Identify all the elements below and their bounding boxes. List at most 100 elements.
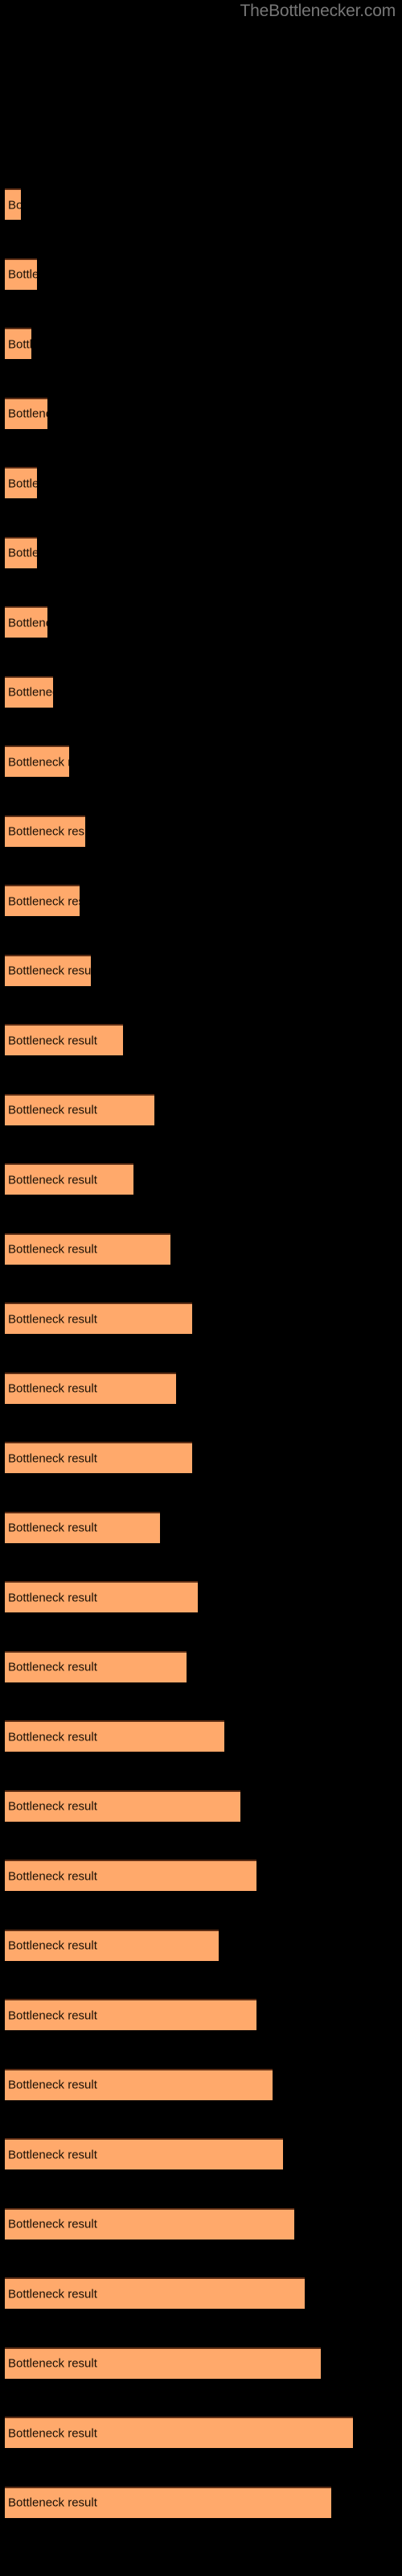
bar-2[interactable]: Bottleneck result [5, 258, 37, 290]
bar-row: Bottleneck result [0, 1929, 402, 1961]
bar-label: Bottleneck result [8, 824, 85, 839]
bar-label: Bottleneck result [8, 1173, 97, 1187]
bar-label: Bottleneck result [8, 1730, 97, 1744]
bar-label: Bottleneck result [8, 198, 21, 212]
bar-label: Bottleneck result [8, 337, 31, 351]
bar-33[interactable]: Bottleneck result [5, 2417, 353, 2448]
bar-row: Bottleneck result [0, 397, 402, 429]
bar-label: Bottleneck result [8, 1034, 97, 1047]
bar-label: Bottleneck result [8, 1591, 97, 1604]
bar-row: Bottleneck result [0, 954, 402, 986]
bar-row: Bottleneck result [0, 467, 402, 498]
bar-row: Bottleneck result [0, 2138, 402, 2169]
bar-30[interactable]: Bottleneck result [5, 2207, 294, 2240]
bar-label: Bottleneck result [8, 407, 47, 421]
bar-label: Bottleneck result [8, 1938, 97, 1953]
bar-19[interactable]: Bottleneck result [5, 1442, 192, 1473]
bar-row: Bottleneck result [0, 1999, 402, 2030]
bar-label: Bottleneck result [8, 2426, 97, 2440]
bar-label: Bottleneck result [8, 1521, 97, 1535]
bar-3[interactable]: Bottleneck result [5, 328, 31, 359]
bar-row: Bottleneck result [0, 258, 402, 290]
bar-32[interactable]: Bottleneck result [5, 2347, 321, 2379]
bar-16[interactable]: Bottleneck result [5, 1232, 170, 1265]
bar-row: Bottleneck result [0, 328, 402, 359]
bar-row: Bottleneck result [0, 1093, 402, 1125]
bar-11[interactable]: Bottleneck result [5, 885, 80, 916]
bar-row: Bottleneck result [0, 815, 402, 847]
bar-26[interactable]: Bottleneck result [5, 1929, 219, 1961]
bar-row: Bottleneck result [0, 675, 402, 708]
bar-9[interactable]: Bottleneck result [5, 745, 69, 777]
bar-row: Bottleneck result [0, 1720, 402, 1752]
bar-label: Bottleneck result [8, 2148, 97, 2161]
bar-15[interactable]: Bottleneck result [5, 1163, 133, 1195]
bar-label: Bottleneck result [8, 267, 37, 282]
bar-label: Bottleneck result [8, 1103, 97, 1117]
bar-row: Bottleneck result [0, 2207, 402, 2240]
bar-25[interactable]: Bottleneck result [5, 1860, 256, 1891]
bar-6[interactable]: Bottleneck result [5, 536, 37, 568]
bar-14[interactable]: Bottleneck result [5, 1093, 154, 1125]
bar-row: Bottleneck result [0, 1302, 402, 1334]
bar-row: Bottleneck result [0, 1790, 402, 1822]
bar-24[interactable]: Bottleneck result [5, 1790, 240, 1822]
bar-label: Bottleneck result [8, 1451, 97, 1465]
bar-row: Bottleneck result [0, 1232, 402, 1265]
bar-31[interactable]: Bottleneck result [5, 2277, 305, 2309]
bar-row: Bottleneck result [0, 2417, 402, 2448]
bar-row: Bottleneck result [0, 1581, 402, 1612]
bar-5[interactable]: Bottleneck result [5, 467, 37, 498]
bar-row: Bottleneck result [0, 2068, 402, 2100]
bar-label: Bottleneck result [8, 1869, 97, 1883]
bar-label: Bottleneck result [8, 1799, 97, 1814]
bar-27[interactable]: Bottleneck result [5, 1999, 256, 2030]
bar-row: Bottleneck result [0, 1511, 402, 1543]
bar-row: Bottleneck result [0, 745, 402, 777]
bar-row: Bottleneck result [0, 1650, 402, 1682]
bar-row: Bottleneck result [0, 536, 402, 568]
bar-21[interactable]: Bottleneck result [5, 1581, 198, 1612]
bar-chart-plot-area: Bottleneck result Bottleneck result Bottle… [0, 0, 402, 2576]
bar-label: Bottleneck result [8, 616, 47, 630]
bar-label: Bottleneck result [8, 2496, 97, 2510]
bar-12[interactable]: Bottleneck result [5, 954, 91, 986]
bar-29[interactable]: Bottleneck result [5, 2138, 283, 2169]
bar-13[interactable]: Bottleneck result [5, 1024, 123, 1055]
bar-label: Bottleneck result [8, 2078, 97, 2092]
bar-row: Bottleneck result [0, 885, 402, 916]
bar-label: Bottleneck result [8, 894, 80, 908]
bar-row: Bottleneck result [0, 1372, 402, 1404]
bar-label: Bottleneck result [8, 685, 53, 700]
bar-1[interactable]: Bottleneck result [5, 188, 21, 220]
bar-18[interactable]: Bottleneck result [5, 1372, 176, 1404]
bar-row: Bottleneck result [0, 1163, 402, 1195]
bar-label: Bottleneck result [8, 1660, 97, 1674]
bar-label: Bottleneck result [8, 1312, 97, 1326]
bar-22[interactable]: Bottleneck result [5, 1650, 187, 1682]
bar-4[interactable]: Bottleneck result [5, 397, 47, 429]
bar-20[interactable]: Bottleneck result [5, 1511, 160, 1543]
bar-7[interactable]: Bottleneck result [5, 606, 47, 638]
bar-label: Bottleneck result [8, 2217, 97, 2231]
bar-label: Bottleneck result [8, 477, 37, 490]
bar-row: Bottleneck result [0, 1860, 402, 1891]
bar-row: Bottleneck result [0, 188, 402, 220]
bar-row: Bottleneck result [0, 1024, 402, 1055]
bar-label: Bottleneck result [8, 2356, 97, 2371]
bar-label: Bottleneck result [8, 546, 37, 560]
bar-row: Bottleneck result [0, 2486, 402, 2518]
bar-row: Bottleneck result [0, 1442, 402, 1473]
bar-8[interactable]: Bottleneck result [5, 675, 53, 708]
bar-label: Bottleneck result [8, 755, 69, 769]
bar-17[interactable]: Bottleneck result [5, 1302, 192, 1334]
bar-row: Bottleneck result [0, 606, 402, 638]
bar-label: Bottleneck result [8, 2287, 97, 2301]
bar-label: Bottleneck result [8, 964, 91, 978]
bar-label: Bottleneck result [8, 1242, 97, 1257]
bar-28[interactable]: Bottleneck result [5, 2068, 273, 2100]
bar-10[interactable]: Bottleneck result [5, 815, 85, 847]
bar-34[interactable]: Bottleneck result [5, 2486, 331, 2518]
bar-row: Bottleneck result [0, 2277, 402, 2309]
bar-23[interactable]: Bottleneck result [5, 1720, 224, 1752]
